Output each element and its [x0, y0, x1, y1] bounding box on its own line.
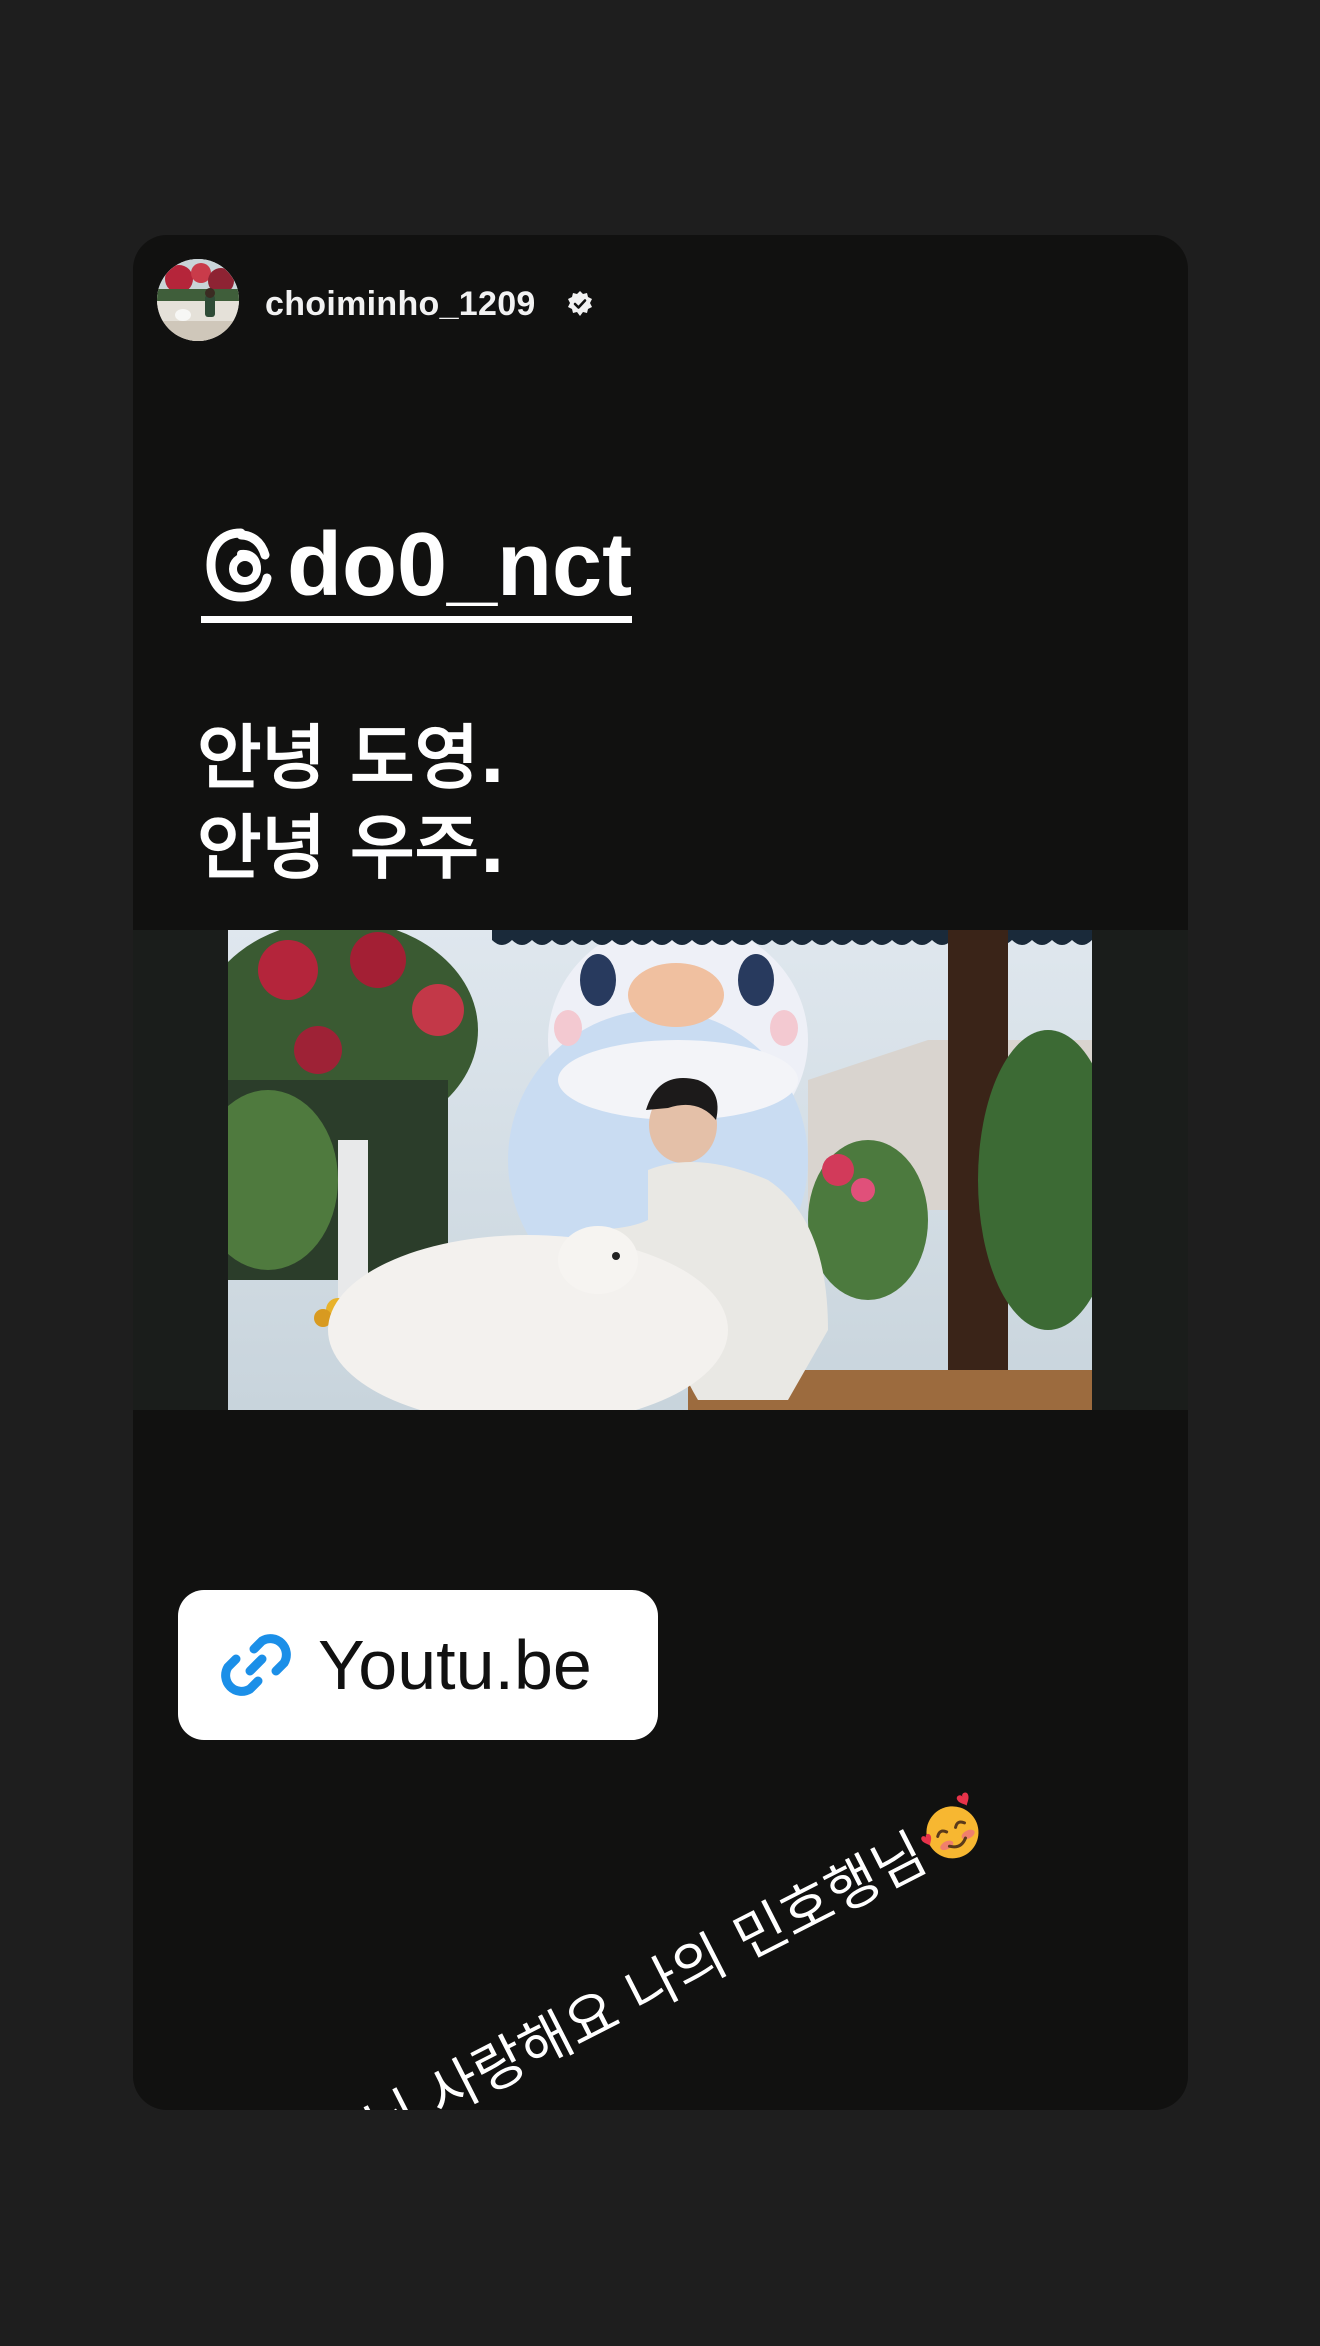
greeting-line-2: 안녕 우주. [197, 807, 506, 889]
caption-text: 행님 사랑해요 나의 민호행님 [303, 1779, 999, 2110]
story-header: choiminho_1209 [133, 235, 1188, 375]
link-icon [221, 1634, 291, 1696]
story-card[interactable]: choiminho_1209 do0_nct 안녕 도영. 안녕 우주. You… [133, 235, 1188, 2110]
video-thumbnail[interactable] [228, 930, 1092, 1410]
link-label: Youtu.be [318, 1626, 592, 1704]
verified-badge-icon [568, 291, 592, 316]
mention-handle: do0_nct [287, 515, 633, 615]
media-strip [133, 930, 1188, 1410]
mention-sticker[interactable]: do0_nct [201, 515, 633, 623]
greeting-text: 안녕 도영. 안녕 우주. [197, 713, 506, 893]
greeting-line-1: 안녕 도영. [197, 717, 506, 799]
avatar[interactable] [157, 259, 239, 341]
caption-label: 행님 사랑해요 나의 민호행님 [308, 1821, 937, 2110]
username[interactable]: choiminho_1209 [265, 285, 536, 324]
link-sticker[interactable]: Youtu.be [178, 1590, 658, 1740]
threads-logo-icon [206, 528, 272, 602]
